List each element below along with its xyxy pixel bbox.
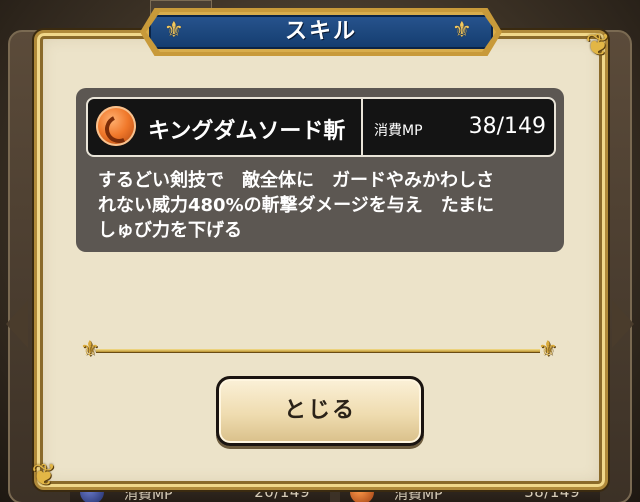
skill-header-divider — [361, 99, 363, 155]
dialog-title: スキル — [284, 19, 357, 44]
divider-line — [96, 349, 540, 352]
fleur-ornament-icon: ⚜ — [452, 18, 472, 43]
skill-description-line: れない威力480%の斬撃ダメージを与え たまに — [98, 195, 495, 216]
fleur-ornament-icon: ⚜ — [538, 337, 558, 362]
fleur-ornament-icon: ⚜ — [164, 18, 184, 43]
skill-description-line: するどい剣技で 敵全体に ガードやみかわしさ — [98, 170, 494, 191]
close-button[interactable]: とじる — [216, 376, 424, 446]
skill-description: するどい剣技で 敵全体に ガードやみかわしさ れない威力480%の斬撃ダメージを… — [98, 168, 560, 243]
fleur-ornament-icon: ⚜ — [80, 337, 100, 362]
orange-skill-orb-icon — [96, 106, 136, 146]
mp-cost-value: 38/149 — [468, 114, 546, 139]
skill-description-line: しゅび力を下げる — [98, 220, 242, 241]
skill-name: キングダムソード斬 — [148, 119, 346, 144]
mp-cost-label: 消費MP — [374, 123, 423, 139]
corner-ornament-icon: ❦ — [585, 28, 611, 63]
background-right-arrow-icon — [612, 300, 634, 348]
corner-ornament-icon: ❦ — [31, 458, 57, 493]
background-left-arrow-icon — [6, 300, 28, 348]
